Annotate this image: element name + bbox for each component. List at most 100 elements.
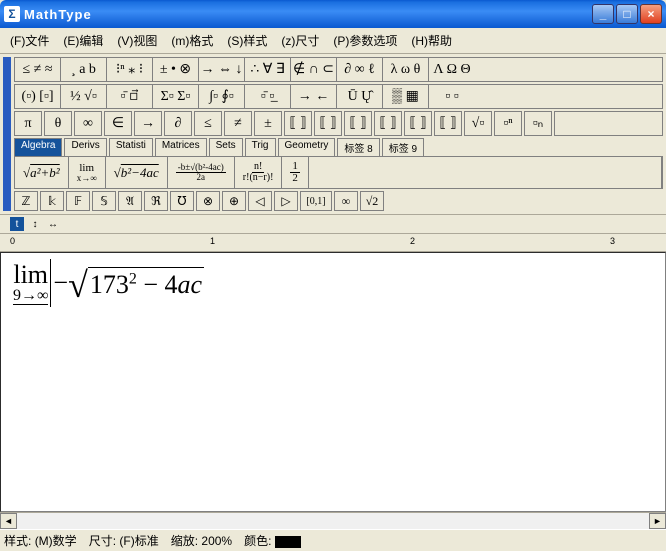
tpl-binomial[interactable]: n!r!(n−r)! — [235, 157, 283, 188]
palette-label-arrows[interactable]: → ← — [291, 85, 337, 108]
sym-f[interactable]: 𝔽 — [66, 191, 90, 211]
palette-operators[interactable]: ± • ⊗ — [153, 58, 199, 81]
sym-z[interactable]: ℤ — [14, 191, 38, 211]
window-title: MathType — [24, 7, 592, 22]
menu-view[interactable]: (V)视图 — [111, 30, 163, 51]
equation: lim 9→∞ − √ 1732 − 4ac — [13, 259, 204, 307]
eq-lim-sub: 9→∞ — [13, 288, 48, 305]
tab-matrices[interactable]: Matrices — [155, 138, 207, 156]
tpl-sub[interactable]: ▫ₙ — [524, 111, 552, 136]
menu-prefs[interactable]: (P)参数选项 — [327, 30, 403, 51]
sym-pi[interactable]: π — [14, 111, 42, 136]
menu-format[interactable]: (m)格式 — [165, 30, 219, 51]
tpl-slot1[interactable]: ⟦ ⟧ — [344, 111, 372, 136]
horizontal-scrollbar[interactable]: ◄ ► — [0, 512, 666, 529]
palette-greek-lower[interactable]: λ ω θ — [383, 58, 429, 81]
sym-a[interactable]: 𝔄 — [118, 191, 142, 211]
tpl-slot2[interactable]: ⟦ ⟧ — [374, 111, 402, 136]
sym-k[interactable]: 𝕜 — [40, 191, 64, 211]
tab-sets[interactable]: Sets — [209, 138, 243, 156]
palette-integrals[interactable]: ∫▫ ∮▫ — [199, 85, 245, 108]
minimize-button[interactable]: _ — [592, 4, 614, 24]
tpl-empty-slot[interactable] — [309, 157, 662, 188]
scroll-track[interactable] — [17, 513, 649, 529]
palette-fractions[interactable]: ½ √▫ — [61, 85, 107, 108]
sym-triangle-right[interactable]: ▷ — [274, 191, 298, 211]
ruler-mark-3: 3 — [610, 236, 615, 246]
tpl-sqrt[interactable]: √▫ — [464, 111, 492, 136]
sym-otimes[interactable]: ⊗ — [196, 191, 220, 211]
sym-infinity[interactable]: ∞ — [74, 111, 102, 136]
palette-products[interactable]: Ū Ų̂ — [337, 85, 383, 108]
palette-embellish[interactable]: ⁝ⁿ ⁎ ⁝ — [107, 58, 153, 81]
tab-8[interactable]: 标签 8 — [337, 138, 379, 156]
palette-boxes[interactable]: ▫ ▫ — [429, 85, 475, 108]
palette-spaces[interactable]: ¸ a b — [61, 58, 107, 81]
tpl-parens[interactable]: ⟦ ⟧ — [284, 111, 312, 136]
tab-trig[interactable]: Trig — [245, 138, 276, 156]
palette-matrices[interactable]: ▒ ▦ — [383, 85, 429, 108]
indicator-bar: t ↕ ↔ — [0, 215, 666, 234]
indicator-v[interactable]: ↕ — [28, 217, 42, 231]
tab-algebra[interactable]: Algebra — [14, 138, 62, 156]
sym-neq[interactable]: ≠ — [224, 111, 252, 136]
tpl-empty[interactable] — [554, 111, 663, 136]
tpl-sup[interactable]: ▫ⁿ — [494, 111, 522, 136]
scroll-right-icon[interactable]: ► — [649, 513, 666, 529]
menu-edit[interactable]: (E)编辑 — [57, 30, 109, 51]
palette-logic[interactable]: ∴ ∀ ∃ — [245, 58, 291, 81]
palette-misc[interactable]: ∂ ∞ ℓ — [337, 58, 383, 81]
sym-partial[interactable]: ∂ — [164, 111, 192, 136]
sym-element[interactable]: ∈ — [104, 111, 132, 136]
ruler[interactable]: 0 1 2 3 — [0, 234, 666, 252]
palette-fences[interactable]: (▫) [▫] — [15, 85, 61, 108]
palette-sums[interactable]: Σ▫ Σ▫ — [153, 85, 199, 108]
maximize-button[interactable]: □ — [616, 4, 638, 24]
menu-style[interactable]: (S)样式 — [221, 30, 273, 51]
tpl-limit[interactable]: limx→∞ — [69, 157, 106, 188]
palette-overbars[interactable]: ▫̄ ▫̲ — [245, 85, 291, 108]
tab-statistics[interactable]: Statisti — [109, 138, 153, 156]
menu-bar: (F)文件 (E)编辑 (V)视图 (m)格式 (S)样式 (z)尺寸 (P)参… — [0, 28, 666, 54]
close-button[interactable]: × — [640, 4, 662, 24]
sym-inf2[interactable]: ∞ — [334, 191, 358, 211]
color-swatch[interactable] — [275, 536, 301, 548]
tab-9[interactable]: 标签 9 — [382, 138, 424, 156]
eq-minus: − — [53, 268, 68, 298]
palette-relations[interactable]: ≤ ≠ ≈ — [15, 58, 61, 81]
tpl-one-half[interactable]: 12 — [282, 157, 309, 188]
sym-theta[interactable]: θ — [44, 111, 72, 136]
palette-subs-sups[interactable]: ▫̄ ▫⃗ — [107, 85, 153, 108]
menu-help[interactable]: (H)帮助 — [405, 30, 458, 51]
tpl-slot3[interactable]: ⟦ ⟧ — [404, 111, 432, 136]
menu-size[interactable]: (z)尺寸 — [275, 30, 325, 51]
sym-pm[interactable]: ± — [254, 111, 282, 136]
tab-geometry[interactable]: Geometry — [278, 138, 336, 156]
indicator-text[interactable]: t — [10, 217, 24, 231]
palette-arrows[interactable]: → ⇔ ↓ — [199, 58, 245, 81]
symbol-palette-row-1: ≤ ≠ ≈ ¸ a b ⁝ⁿ ⁎ ⁝ ± • ⊗ → ⇔ ↓ ∴ ∀ ∃ ∉ ∩… — [14, 57, 663, 82]
status-style: 样式: (M)数学 — [4, 532, 77, 549]
tpl-brackets[interactable]: ⟦ ⟧ — [314, 111, 342, 136]
tpl-sqrt-b2-4ac[interactable]: √b²−4ac — [106, 157, 168, 188]
sym-triangle-left[interactable]: ◁ — [248, 191, 272, 211]
palette-set[interactable]: ∉ ∩ ⊂ — [291, 58, 337, 81]
sym-s[interactable]: 𝕊 — [92, 191, 116, 211]
tab-derivs[interactable]: Derivs — [64, 138, 106, 156]
indicator-h[interactable]: ↔ — [46, 217, 60, 231]
sym-mho[interactable]: ℧ — [170, 191, 194, 211]
tpl-sqrt-a2b2[interactable]: √a²+b² — [15, 157, 69, 188]
sym-oplus[interactable]: ⊕ — [222, 191, 246, 211]
toolbar-grip[interactable] — [3, 57, 11, 211]
tpl-slot4[interactable]: ⟦ ⟧ — [434, 111, 462, 136]
tpl-quadratic[interactable]: -b±√(b²-4ac)2a — [168, 157, 235, 188]
sym-sqrt2[interactable]: √2 — [360, 191, 384, 211]
sym-interval[interactable]: [0,1] — [300, 191, 332, 211]
palette-greek-upper[interactable]: Λ Ω Θ — [429, 58, 475, 81]
equation-editor[interactable]: lim 9→∞ − √ 1732 − 4ac — [0, 252, 666, 512]
menu-file[interactable]: (F)文件 — [4, 30, 55, 51]
scroll-left-icon[interactable]: ◄ — [0, 513, 17, 529]
sym-re[interactable]: ℜ — [144, 191, 168, 211]
sym-arrow[interactable]: → — [134, 111, 162, 136]
sym-leq[interactable]: ≤ — [194, 111, 222, 136]
